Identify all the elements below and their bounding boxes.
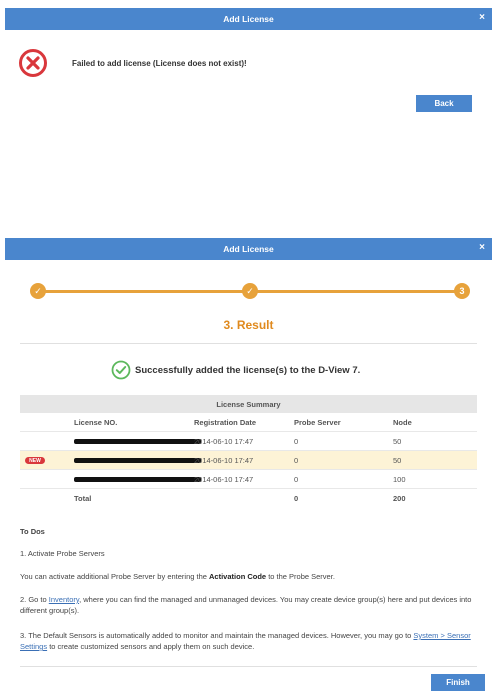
table-title: License Summary <box>20 395 477 413</box>
dialog-titlebar: Add License × <box>5 238 492 260</box>
text: 3. The Default Sensors is automatically … <box>20 631 414 640</box>
text: to create customized sensors and apply t… <box>47 642 255 651</box>
add-license-error-dialog: Add License × Failed to add license (Lic… <box>5 8 492 190</box>
column-header: Node <box>393 418 412 427</box>
error-x-circle-icon <box>19 49 47 77</box>
table-row: 2014-06-10 17:47 0 50 <box>20 432 477 451</box>
todo-item-1-text: You can activate additional Probe Server… <box>20 571 480 582</box>
success-check-circle-icon <box>111 360 131 380</box>
license-number-redacted <box>74 470 201 489</box>
redaction-bar <box>74 439 201 444</box>
total-label: Total <box>74 494 92 503</box>
column-header: Probe Server <box>294 418 341 427</box>
column-header: Registration Date <box>194 418 257 427</box>
license-number-redacted <box>74 432 201 451</box>
registration-date: 2014-06-10 17:47 <box>194 456 254 465</box>
step-3-indicator: 3 <box>454 283 470 299</box>
node-count: 50 <box>393 456 402 465</box>
node-count: 50 <box>393 437 402 446</box>
probe-server-count: 0 <box>294 437 299 446</box>
step-2-check-icon: ✓ <box>242 283 258 299</box>
dialog-title: Add License <box>223 14 274 24</box>
divider <box>20 666 477 667</box>
registration-date: 2014-06-10 17:47 <box>194 475 254 484</box>
text: You can activate additional Probe Server… <box>20 572 210 581</box>
node-count: 100 <box>393 475 406 484</box>
dialog-titlebar: Add License × <box>5 8 492 30</box>
dialog-title: Add License <box>223 244 274 254</box>
success-message: Successfully added the license(s) to the… <box>135 364 361 376</box>
table-total-row: Total 0 200 <box>20 489 477 508</box>
step-title: 3. Result <box>223 318 274 332</box>
probe-server-count: 0 <box>294 456 299 465</box>
error-message: Failed to add license (License does not … <box>72 58 247 68</box>
table-row: NEW 2014-06-10 17:47 0 50 <box>20 451 477 470</box>
total-nodes: 200 <box>393 494 406 503</box>
divider <box>20 343 477 344</box>
table-row: 2014-06-10 17:47 0 100 <box>20 470 477 489</box>
step-1-check-icon: ✓ <box>30 283 46 299</box>
todos-heading: To Dos <box>20 527 45 536</box>
activation-code-label: Activation Code <box>209 572 267 581</box>
close-icon[interactable]: × <box>479 12 485 23</box>
total-probe-servers: 0 <box>294 494 299 503</box>
probe-server-count: 0 <box>294 475 299 484</box>
add-license-result-dialog: Add License × ✓ ✓ 3 3. Result Successful… <box>5 238 492 694</box>
license-number-redacted <box>74 451 201 470</box>
error-message-row: Failed to add license (License does not … <box>18 48 247 78</box>
todo-item-1-title: 1. Activate Probe Servers <box>20 549 105 558</box>
text: 2. Go to <box>20 595 49 604</box>
todo-item-2-text: 2. Go to Inventory, where you can find t… <box>20 594 480 616</box>
success-message-row: Successfully added the license(s) to the… <box>111 360 360 380</box>
redaction-bar <box>74 458 201 463</box>
finish-button[interactable]: Finish <box>431 674 485 691</box>
inventory-link[interactable]: Inventory <box>49 595 79 604</box>
column-header: License NO. <box>74 418 118 427</box>
text: to the Probe Server. <box>266 572 335 581</box>
registration-date: 2014-06-10 17:47 <box>194 437 254 446</box>
table-header-row: License NO. Registration Date Probe Serv… <box>20 413 477 432</box>
new-badge: NEW <box>25 457 45 464</box>
redaction-bar <box>74 477 201 482</box>
close-icon[interactable]: × <box>479 242 485 253</box>
todo-item-3-text: 3. The Default Sensors is automatically … <box>20 630 480 652</box>
text: , where you can find the managed and unm… <box>20 595 472 615</box>
back-button[interactable]: Back <box>416 95 472 112</box>
license-summary-table: License Summary License NO. Registration… <box>20 395 477 508</box>
wizard-stepper: ✓ ✓ 3 <box>30 283 470 299</box>
